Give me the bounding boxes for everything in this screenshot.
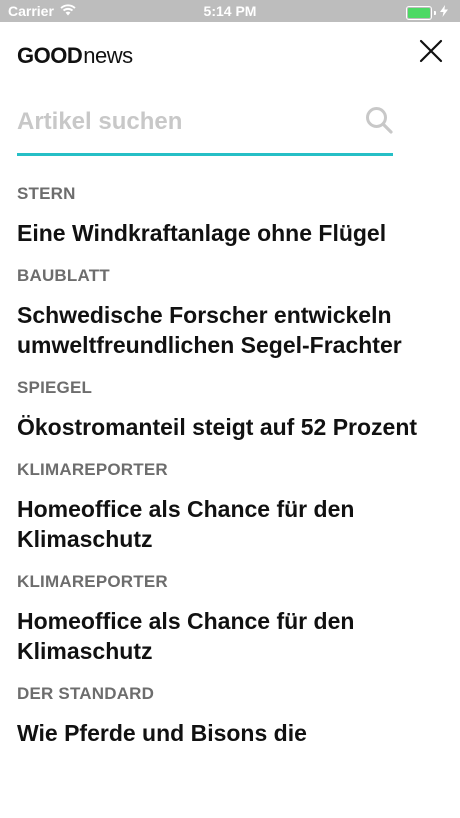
close-button[interactable] — [418, 38, 444, 64]
logo-good: GOOD — [17, 43, 83, 68]
article-title: Eine Windkraftanlage ohne Flügel — [17, 220, 387, 246]
battery-indicator — [406, 5, 448, 20]
article-source: STERN — [17, 184, 76, 203]
article-title: Schwedische Forscher entwickeln umweltfr… — [17, 302, 402, 358]
article-item[interactable]: KLIMAREPORTER Homeoffice als Chance für d… — [17, 460, 437, 554]
article-title: Wie Pferde und Bisons die — [17, 720, 307, 746]
header: GOODnews — [0, 22, 460, 92]
article-item[interactable]: STERN Eine Windkraftanlage ohne Flügel — [17, 184, 437, 248]
battery-tip — [434, 10, 436, 15]
status-bar: Carrier 5:14 PM — [0, 0, 460, 22]
article-source: KLIMAREPORTER — [17, 460, 168, 479]
status-time: 5:14 PM — [203, 3, 257, 19]
search-icon — [366, 107, 393, 134]
article-list: STERN Eine Windkraftanlage ohne Flügel BAU… — [17, 170, 437, 766]
article-title: Homeoffice als Chance für den Klimaschut… — [17, 608, 355, 664]
battery-icon — [406, 5, 432, 20]
app-screen: Carrier 5:14 PM GOODnews Artikel suchen … — [0, 0, 460, 818]
article-title: Ökostromanteil steigt auf 52 Prozent — [17, 414, 418, 440]
article-title: Homeoffice als Chance für den Klimaschut… — [17, 496, 355, 552]
article-source: BAUBLATT — [17, 266, 110, 285]
article-source: KLIMAREPORTER — [17, 572, 168, 591]
article-source: SPIEGEL — [17, 378, 93, 397]
search-bar — [17, 100, 393, 156]
article-item[interactable]: SPIEGEL Ökostromanteil steigt auf 52 Proz… — [17, 378, 437, 442]
close-icon — [419, 39, 443, 63]
search-button[interactable] — [365, 106, 393, 134]
article-item[interactable]: BAUBLATT Schwedische Forscher entwickeln … — [17, 266, 437, 360]
battery-level — [408, 7, 430, 18]
article-item[interactable]: DER STANDARD Wie Pferde und Bisons die — [17, 684, 437, 748]
article-source: DER STANDARD — [17, 684, 155, 703]
search-input[interactable] — [17, 102, 347, 142]
logo-news: news — [83, 43, 133, 68]
app-logo: GOODnews — [17, 43, 133, 69]
charging-icon — [440, 5, 448, 20]
article-item[interactable]: KLIMAREPORTER Homeoffice als Chance für d… — [17, 572, 437, 666]
